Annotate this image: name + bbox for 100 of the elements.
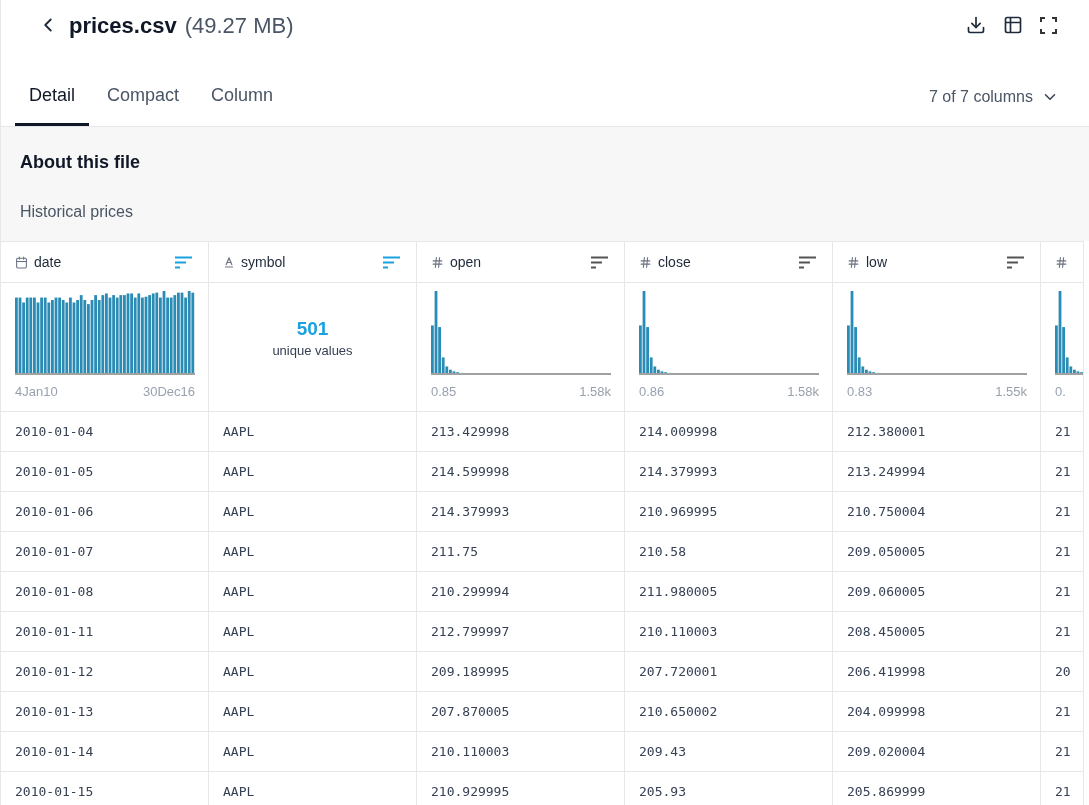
file-title: prices.csv xyxy=(69,11,177,40)
sort-icon[interactable] xyxy=(799,255,816,269)
table-cell: 208.450005 xyxy=(833,612,1040,652)
table-cell: 2010-01-12 xyxy=(1,652,208,692)
table-cell: 212.799997 xyxy=(417,612,624,652)
table-cell: 21 xyxy=(1041,492,1083,532)
table-cell: 210.58 xyxy=(625,532,832,572)
column-name: symbol xyxy=(241,252,286,272)
table-cell: 21 xyxy=(1041,732,1083,772)
hash-icon xyxy=(1055,255,1068,269)
column-header[interactable]: low xyxy=(833,241,1040,283)
table-cell: AAPL xyxy=(209,572,416,612)
table-cell: 2010-01-14 xyxy=(1,732,208,772)
download-icon[interactable] xyxy=(966,15,986,35)
text-type-icon xyxy=(223,256,235,268)
table-cell: AAPL xyxy=(209,652,416,692)
table-cell: AAPL xyxy=(209,612,416,652)
sort-icon[interactable] xyxy=(591,255,608,269)
hash-icon xyxy=(639,255,652,269)
table-icon[interactable] xyxy=(1003,15,1023,35)
table-cell: 209.020004 xyxy=(833,732,1040,772)
table-cell: 21 xyxy=(1041,532,1083,572)
column-header[interactable]: date xyxy=(1,241,208,283)
table-cell: 2010-01-15 xyxy=(1,772,208,805)
table-cell: 212.380001 xyxy=(833,412,1040,452)
table-cell: 21 xyxy=(1041,612,1083,652)
table-cell: 2010-01-08 xyxy=(1,572,208,612)
table-cell: 210.969995 xyxy=(625,492,832,532)
table-cell: AAPL xyxy=(209,772,416,805)
column-picker[interactable]: 7 of 7 columns xyxy=(928,85,1075,109)
table-cell: 21 xyxy=(1041,692,1083,732)
hash-icon xyxy=(431,255,444,269)
table-cell: AAPL xyxy=(209,692,416,732)
table-cell: 210.110003 xyxy=(625,612,832,652)
table-cell: 214.379993 xyxy=(417,492,624,532)
sort-icon[interactable] xyxy=(1007,255,1024,269)
range-max-label: 1.58k xyxy=(787,383,819,401)
axis-line xyxy=(1055,373,1083,375)
table-cell: 210.750004 xyxy=(833,492,1040,532)
table-cell: 214.009998 xyxy=(625,412,832,452)
table-cell: 207.870005 xyxy=(417,692,624,732)
table-cell: 214.599998 xyxy=(417,452,624,492)
table-cell: 21 xyxy=(1041,452,1083,492)
table-cell: 210.110003 xyxy=(417,732,624,772)
range-min-label: 0. xyxy=(1055,383,1066,401)
table-cell: 207.720001 xyxy=(625,652,832,692)
hash-icon xyxy=(847,255,860,269)
unique-label: unique values xyxy=(272,342,353,361)
column-header[interactable]: close xyxy=(625,241,832,283)
table-cell: 2010-01-04 xyxy=(1,412,208,452)
table-cell: AAPL xyxy=(209,412,416,452)
tab[interactable]: Compact xyxy=(93,82,194,126)
tab[interactable]: Column xyxy=(197,82,288,126)
table-cell: 21 xyxy=(1041,412,1083,452)
fullscreen-icon[interactable] xyxy=(1040,16,1057,34)
range-min-label: 0.86 xyxy=(639,383,665,401)
table-cell: AAPL xyxy=(209,532,416,572)
column-name: close xyxy=(658,252,691,272)
table-cell: 205.869999 xyxy=(833,772,1040,805)
table-cell: 2010-01-06 xyxy=(1,492,208,532)
range-max-label: 1.58k xyxy=(579,383,611,401)
table-cell: 210.650002 xyxy=(625,692,832,732)
table-cell: 21 xyxy=(1041,772,1083,805)
column-header[interactable] xyxy=(1041,241,1083,283)
table-cell: 205.93 xyxy=(625,772,832,805)
column-name: date xyxy=(34,252,62,272)
table-cell: 213.249994 xyxy=(833,452,1040,492)
table-cell: 214.379993 xyxy=(625,452,832,492)
table-cell: 209.060005 xyxy=(833,572,1040,612)
table-cell: 20 xyxy=(1041,652,1083,692)
column-name: low xyxy=(866,252,887,272)
table-cell: 2010-01-11 xyxy=(1,612,208,652)
table-cell: 209.050005 xyxy=(833,532,1040,572)
table-cell: 209.43 xyxy=(625,732,832,772)
range-min-label: 4Jan10 xyxy=(15,383,58,401)
column-header[interactable]: symbol xyxy=(209,241,416,283)
about-heading: About this file xyxy=(20,151,141,174)
file-size: (49.27 MB) xyxy=(184,11,294,40)
table-cell: 2010-01-13 xyxy=(1,692,208,732)
range-min-label: 0.83 xyxy=(847,383,873,401)
table-cell: 209.189995 xyxy=(417,652,624,692)
column-name: open xyxy=(450,252,482,272)
range-min-label: 0.85 xyxy=(431,383,457,401)
table-cell: 210.929995 xyxy=(417,772,624,805)
table-cell: 21 xyxy=(1041,572,1083,612)
calendar-icon xyxy=(15,255,28,269)
table-cell: AAPL xyxy=(209,732,416,772)
table-cell: 213.429998 xyxy=(417,412,624,452)
column-header[interactable]: open xyxy=(417,241,624,283)
table-cell: 211.75 xyxy=(417,532,624,572)
table-cell: 204.099998 xyxy=(833,692,1040,732)
table-cell: 2010-01-07 xyxy=(1,532,208,572)
table-cell: AAPL xyxy=(209,452,416,492)
table-cell: 206.419998 xyxy=(833,652,1040,692)
table-cell: 210.299994 xyxy=(417,572,624,612)
table-cell: AAPL xyxy=(209,492,416,532)
unique-count: 501 xyxy=(296,317,329,342)
table-cell: 211.980005 xyxy=(625,572,832,612)
table-cell: 2010-01-05 xyxy=(1,452,208,492)
range-max-label: 30Dec16 xyxy=(142,383,195,401)
